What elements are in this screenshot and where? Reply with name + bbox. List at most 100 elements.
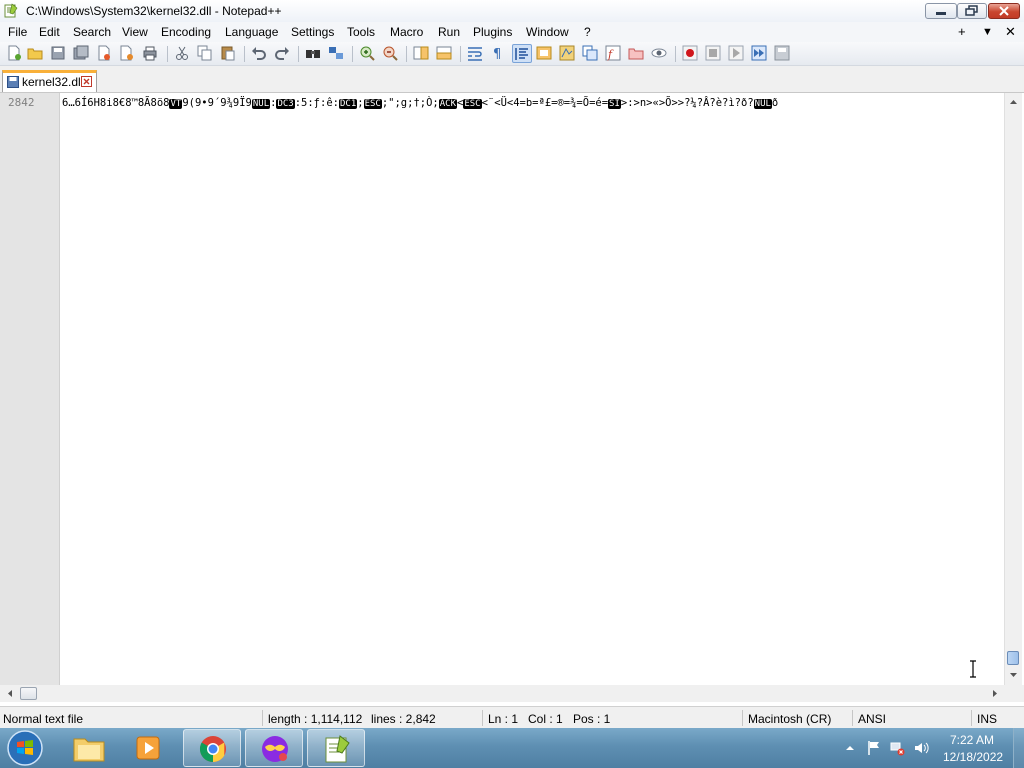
horizontal-scroll-thumb[interactable] xyxy=(20,687,37,700)
minimize-button[interactable] xyxy=(925,3,957,19)
minimize-icon xyxy=(936,12,946,15)
clock-date[interactable]: 12/18/2022 xyxy=(943,750,1003,764)
scroll-down-icon[interactable] xyxy=(1006,667,1021,682)
record-macro-icon[interactable] xyxy=(682,45,698,61)
taskbar-chrome[interactable] xyxy=(183,729,241,767)
show-all-chars-icon[interactable]: ¶ xyxy=(490,45,506,61)
word-wrap-icon[interactable] xyxy=(467,45,483,61)
scroll-up-icon[interactable] xyxy=(1006,95,1021,110)
close-all-icon[interactable] xyxy=(119,45,135,61)
show-hidden-icons-icon[interactable] xyxy=(844,742,856,754)
scrollbar-corner xyxy=(1004,685,1024,702)
restore-button[interactable] xyxy=(957,3,987,19)
clock-time[interactable]: 7:22 AM xyxy=(950,733,994,747)
user-defined-lang-icon[interactable] xyxy=(536,45,552,61)
close-icon xyxy=(999,6,1009,16)
menu-edit[interactable]: Edit xyxy=(39,25,60,39)
menu-language[interactable]: Language xyxy=(225,25,278,39)
editor-area[interactable]: 2842 6…6Í6H8i8€8™8Ã8ö8VT9(9•9´9¾9Ï9NUL:D… xyxy=(0,93,1024,685)
find-icon[interactable] xyxy=(305,45,321,61)
save-all-icon[interactable] xyxy=(73,45,89,61)
doc-list-icon[interactable] xyxy=(582,45,598,61)
folder-icon xyxy=(73,738,105,762)
undo-icon[interactable] xyxy=(251,45,267,61)
zoom-out-icon[interactable] xyxy=(382,45,398,61)
show-desktop-button[interactable] xyxy=(1013,728,1024,768)
windows-start-icon[interactable] xyxy=(6,729,44,767)
status-eol-format[interactable]: Macintosh (CR) xyxy=(748,712,831,726)
menu-encoding[interactable]: Encoding xyxy=(161,25,211,39)
open-file-icon[interactable] xyxy=(27,45,43,61)
sync-horizontal-icon[interactable] xyxy=(436,45,452,61)
taskbar-explorer[interactable] xyxy=(60,729,118,767)
function-list-icon[interactable]: f xyxy=(605,45,621,61)
toolbar-separator xyxy=(244,46,245,62)
vertical-scrollbar[interactable] xyxy=(1004,93,1022,685)
code-text: 9(9•9´9¾9Ï9 xyxy=(182,97,252,109)
menu-bar: File Edit Search View Encoding Language … xyxy=(0,22,1024,42)
status-separator xyxy=(262,710,263,726)
save-icon[interactable] xyxy=(50,45,66,61)
menu-run[interactable]: Run xyxy=(438,25,460,39)
status-column: Col : 1 xyxy=(528,712,563,726)
horizontal-scrollbar[interactable] xyxy=(0,685,1004,702)
control-char-badge: SI xyxy=(608,99,621,109)
indent-guide-toggle[interactable] xyxy=(512,44,532,63)
notepadpp-app-icon[interactable] xyxy=(4,3,18,18)
run-macro-multiple-icon[interactable] xyxy=(751,45,767,61)
tab-list-dropdown[interactable]: ▼ xyxy=(982,26,993,38)
vertical-scroll-thumb[interactable] xyxy=(1007,651,1019,665)
menu-search[interactable]: Search xyxy=(73,25,111,39)
cut-icon[interactable] xyxy=(174,45,190,61)
code-line[interactable]: 6…6Í6H8i8€8™8Ã8ö8VT9(9•9´9¾9Ï9NUL:DC3:5:… xyxy=(62,96,1002,110)
redo-icon[interactable] xyxy=(274,45,290,61)
new-tab-button[interactable]: + xyxy=(958,24,966,39)
menu-window[interactable]: Window xyxy=(526,25,569,39)
taskbar-media-player[interactable] xyxy=(120,729,178,767)
status-position: Pos : 1 xyxy=(573,712,611,726)
network-disconnected-icon[interactable] xyxy=(889,740,905,756)
menu-view[interactable]: View xyxy=(122,25,148,39)
control-char-badge: DC1 xyxy=(338,99,358,109)
paste-icon[interactable] xyxy=(220,45,236,61)
monitoring-eye-icon[interactable] xyxy=(651,45,667,61)
toolbar-separator xyxy=(298,46,299,62)
menu-tools[interactable]: Tools xyxy=(347,25,375,39)
status-line: Ln : 1 xyxy=(488,712,519,726)
scroll-right-icon[interactable] xyxy=(987,686,1002,701)
tab-close-icon[interactable] xyxy=(81,76,92,87)
status-insert-mode[interactable]: INS xyxy=(977,712,997,726)
taskbar-notepadpp[interactable] xyxy=(307,729,365,767)
status-file-type: Normal text file xyxy=(3,712,84,726)
zoom-in-icon[interactable] xyxy=(359,45,375,61)
close-doc-button[interactable]: ✕ xyxy=(1005,24,1016,40)
menu-settings[interactable]: Settings xyxy=(291,25,334,39)
menu-help[interactable]: ? xyxy=(584,25,591,39)
menu-file[interactable]: File xyxy=(8,25,27,39)
mask-app-icon xyxy=(262,736,288,762)
action-center-flag-icon[interactable] xyxy=(866,740,882,756)
new-file-icon[interactable] xyxy=(6,45,22,61)
save-macro-icon[interactable] xyxy=(774,45,790,61)
replace-icon[interactable] xyxy=(328,45,344,61)
menu-macro[interactable]: Macro xyxy=(390,25,423,39)
folder-workspace-icon[interactable] xyxy=(628,45,644,61)
copy-icon[interactable] xyxy=(197,45,213,61)
status-separator xyxy=(971,710,972,726)
close-file-icon[interactable] xyxy=(96,45,112,61)
menu-plugins[interactable]: Plugins xyxy=(473,25,512,39)
status-encoding[interactable]: ANSI xyxy=(858,712,886,726)
close-window-button[interactable] xyxy=(988,3,1020,19)
print-icon[interactable] xyxy=(142,45,158,61)
taskbar-masked-app[interactable] xyxy=(245,729,303,767)
notepadpp-icon xyxy=(325,735,350,763)
scroll-left-icon[interactable] xyxy=(3,686,18,701)
text-cursor-icon xyxy=(970,660,976,678)
play-macro-icon[interactable] xyxy=(728,45,744,61)
volume-icon[interactable] xyxy=(913,740,929,756)
stop-macro-icon[interactable] xyxy=(705,45,721,61)
sync-vertical-icon[interactable] xyxy=(413,45,429,61)
doc-map-icon[interactable] xyxy=(559,45,575,61)
window-title: C:\Windows\System32\kernel32.dll - Notep… xyxy=(26,4,282,18)
tab-kernel32[interactable]: kernel32.dll xyxy=(2,70,97,92)
